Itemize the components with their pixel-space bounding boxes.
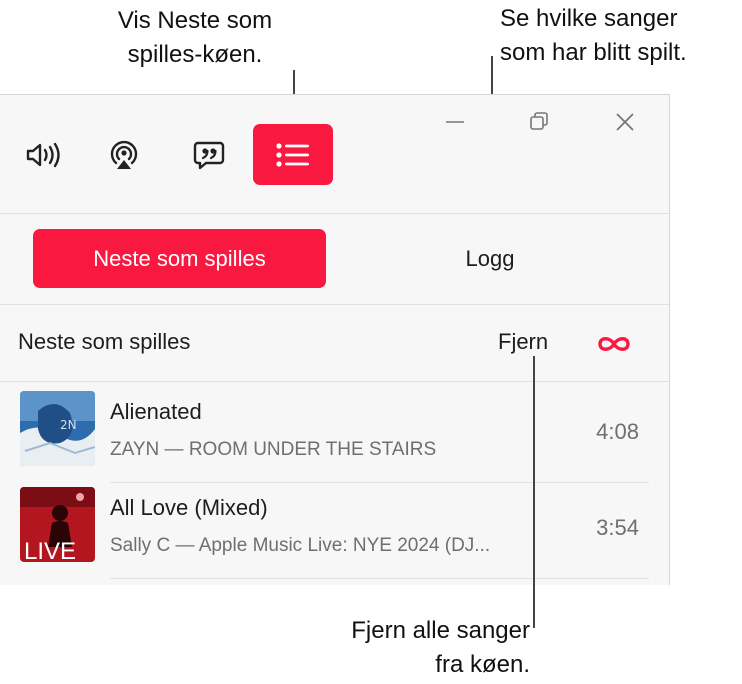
queue-tabs: Neste som spilles Logg xyxy=(0,214,669,304)
autoplay-button[interactable] xyxy=(594,329,634,359)
album-art-text: LIVE xyxy=(24,538,76,562)
close-icon xyxy=(616,113,634,131)
music-window: Neste som spilles Logg Neste som spilles… xyxy=(0,94,670,585)
volume-button[interactable] xyxy=(20,135,68,175)
album-art: 2N xyxy=(20,391,95,466)
infinity-icon xyxy=(598,337,630,351)
airplay-icon xyxy=(110,140,138,169)
restore-button[interactable] xyxy=(524,107,554,137)
queue-button[interactable] xyxy=(253,124,333,185)
clear-button[interactable]: Fjern xyxy=(498,329,548,355)
svg-text:2N: 2N xyxy=(60,418,77,432)
callout-leader-line xyxy=(533,356,535,628)
divider xyxy=(0,381,669,382)
queue-title: Neste som spilles xyxy=(18,329,191,354)
minimize-button[interactable] xyxy=(440,107,470,137)
song-title: All Love (Mixed) xyxy=(110,495,268,520)
tab-history[interactable]: Logg xyxy=(430,242,550,276)
lyrics-button[interactable] xyxy=(185,133,233,177)
queue-header: Neste som spilles Fjern xyxy=(0,305,669,381)
minimize-icon xyxy=(446,121,464,123)
album-art: LIVE xyxy=(20,487,95,562)
song-subtitle: Sally C — Apple Music Live: NYE 2024 (DJ… xyxy=(110,535,491,556)
song-duration: 3:54 xyxy=(596,515,639,540)
close-button[interactable] xyxy=(610,107,640,137)
queue-item[interactable]: 2N Alienated ZAYN — ROOM UNDER THE STAIR… xyxy=(0,387,669,483)
callout-queue: Vis Neste som spilles-køen. xyxy=(117,7,273,68)
lyrics-quote-icon xyxy=(193,141,225,170)
speaker-wave-icon xyxy=(26,142,60,168)
song-subtitle: ZAYN — ROOM UNDER THE STAIRS xyxy=(110,439,437,460)
tab-up-next[interactable]: Neste som spilles xyxy=(33,229,326,288)
song-title: Alienated xyxy=(110,399,202,424)
toolbar xyxy=(0,95,669,213)
restore-icon xyxy=(530,112,548,130)
callout-clear: Fjern alle sanger fra køen. xyxy=(351,617,530,678)
list-bullet-icon xyxy=(276,142,309,167)
callout-history: Se hvilke sanger som har blitt spilt. xyxy=(500,5,687,66)
queue-item[interactable]: LIVE All Love (Mixed) Sally C — Apple Mu… xyxy=(0,483,669,579)
song-duration: 4:08 xyxy=(596,419,639,444)
airplay-button[interactable] xyxy=(100,133,148,177)
row-divider xyxy=(110,578,649,579)
